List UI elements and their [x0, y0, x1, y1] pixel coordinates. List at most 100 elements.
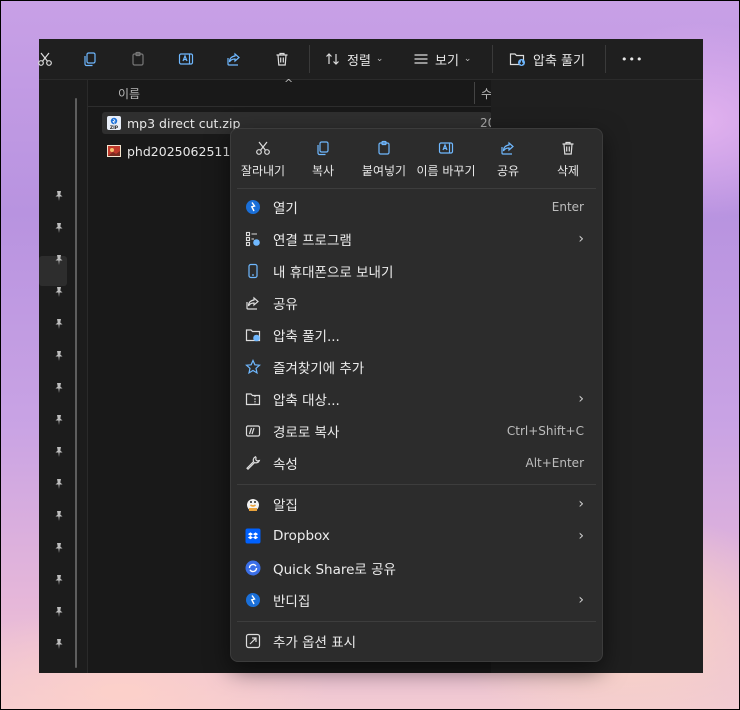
cut-icon: [38, 52, 52, 66]
quick-action-share[interactable]: 공유: [476, 137, 540, 183]
menu-item-properties[interactable]: 속성 Alt+Enter: [235, 448, 598, 478]
command-bar: 정렬 ⌄ 보기 ⌄ 압축 풀기 •••: [37, 39, 703, 80]
menu-item-copy-path[interactable]: 경로로 복사 Ctrl+Shift+C: [235, 416, 598, 446]
quick-action-label: 잘라내기: [240, 164, 286, 178]
cut-button[interactable]: [37, 47, 53, 71]
rename-icon: [438, 142, 454, 154]
dropbox-icon: [245, 528, 261, 544]
copy-button[interactable]: [82, 47, 98, 71]
column-header: ^ 이름 수: [88, 77, 492, 107]
pin-icon: [55, 319, 63, 329]
quick-action-label: 복사: [311, 164, 335, 178]
menu-item-shortcut: Ctrl+Shift+C: [506, 424, 584, 438]
more-options-icon: [245, 633, 261, 649]
cut-icon: [256, 141, 270, 155]
menu-item-label: 속성: [273, 457, 298, 473]
delete-icon: [276, 52, 288, 66]
chevron-right-icon: ›: [578, 391, 584, 407]
pin-icon: [55, 255, 63, 265]
pin-icon: [55, 223, 63, 233]
menu-item-add-favorite[interactable]: 즐겨찾기에 추가: [235, 352, 598, 382]
file-name: phd20250625113: [127, 143, 239, 159]
menu-item-label: 연결 프로그램: [273, 233, 352, 249]
menu-item-label: 즐겨찾기에 추가: [273, 361, 365, 377]
share-button[interactable]: [226, 47, 242, 71]
menu-item-bandizip[interactable]: 반디집 ›: [235, 585, 598, 615]
menu-item-alzip[interactable]: 알집 ›: [235, 489, 598, 519]
menu-item-share[interactable]: 공유: [235, 288, 598, 318]
menu-item-open[interactable]: 열기 Enter: [235, 192, 598, 222]
quick-action-rename[interactable]: 이름 바꾸기: [414, 137, 478, 183]
delete-button[interactable]: [274, 47, 290, 71]
sort-button[interactable]: 정렬 ⌄: [325, 47, 383, 71]
pin-icon: [55, 191, 63, 201]
quick-action-copy[interactable]: 복사: [291, 137, 355, 183]
chevron-right-icon: ›: [578, 231, 584, 247]
quick-action-label: 붙여넣기: [361, 164, 407, 178]
paste-button[interactable]: [130, 47, 146, 71]
chevron-down-icon: ⌄: [463, 54, 472, 64]
pin-icon: [55, 287, 63, 297]
delete-icon: [562, 141, 574, 155]
quick-action-cut[interactable]: 잘라내기: [231, 137, 295, 183]
menu-item-label: 내 휴대폰으로 보내기: [273, 265, 394, 281]
svg-text:ZIP: ZIP: [110, 125, 119, 131]
quick-action-label: 공유: [496, 164, 520, 178]
view-label: 보기: [435, 53, 459, 69]
menu-item-label: Dropbox: [273, 528, 330, 544]
paste-icon: [132, 51, 144, 66]
quick-action-label: 삭제: [556, 164, 580, 178]
column-name[interactable]: 이름: [118, 85, 140, 102]
copy-icon: [84, 52, 96, 67]
menu-item-label: Quick Share로 공유: [273, 562, 396, 578]
menu-item-open-with[interactable]: 연결 프로그램 ›: [235, 224, 598, 254]
menu-item-label: 경로로 복사: [273, 425, 340, 441]
menu-item-label: 열기: [273, 201, 298, 217]
pin-icon: [55, 447, 63, 457]
zip-icon: ZIP: [107, 116, 121, 131]
menu-item-label: 압축 풀기...: [273, 329, 340, 345]
context-menu: 잘라내기 복사 붙여넣기 이름 바꾸기 공유 삭제 열기 Enter 연결 프로…: [230, 128, 603, 662]
menu-item-compress-to[interactable]: 압축 대상... ›: [235, 384, 598, 414]
chevron-right-icon: ›: [578, 496, 584, 512]
view-button[interactable]: 보기 ⌄: [413, 47, 471, 71]
menu-item-quick-share[interactable]: Quick Share로 공유: [235, 553, 598, 583]
menu-separator: [237, 188, 596, 189]
open-with-icon: [245, 231, 261, 247]
wrench-icon: [245, 455, 261, 471]
quickshare-icon: [245, 560, 261, 576]
quick-action-delete[interactable]: 삭제: [536, 137, 600, 183]
menu-item-send-to-phone[interactable]: 내 휴대폰으로 보내기: [235, 256, 598, 286]
star-icon: [245, 359, 261, 375]
pin-icon: [55, 639, 63, 649]
menu-item-dropbox[interactable]: Dropbox ›: [235, 521, 598, 551]
copy-path-icon: [245, 423, 261, 439]
file-name: mp3 direct cut.zip: [127, 115, 241, 131]
quick-action-label: 이름 바꾸기: [416, 164, 476, 178]
column-divider[interactable]: [474, 82, 475, 104]
pin-icon: [55, 575, 63, 585]
toolbar-divider: [605, 45, 606, 73]
quick-action-paste[interactable]: 붙여넣기: [352, 137, 416, 183]
rename-button[interactable]: [178, 47, 194, 71]
chevron-right-icon: ›: [578, 528, 584, 544]
copy-icon: [317, 141, 329, 156]
more-button[interactable]: •••: [621, 47, 643, 71]
pin-icon: [55, 607, 63, 617]
image-icon: [107, 145, 121, 157]
menu-item-label: 압축 대상...: [273, 393, 340, 409]
menu-item-more-options[interactable]: 추가 옵션 표시: [235, 626, 598, 656]
share-icon: [245, 295, 261, 311]
desktop-background: 정렬 ⌄ 보기 ⌄ 압축 풀기 ••• ^ 이름 수 ZIP mp3 direc…: [0, 0, 740, 710]
menu-item-shortcut: Alt+Enter: [525, 456, 584, 470]
menu-item-extract[interactable]: 압축 풀기...: [235, 320, 598, 350]
pin-icon: [55, 415, 63, 425]
nav-scrollbar[interactable]: [75, 98, 77, 668]
toolbar-divider: [492, 45, 493, 73]
bandizip-icon: [245, 592, 261, 608]
extract-label: 압축 풀기: [533, 53, 585, 69]
menu-item-shortcut: Enter: [551, 200, 584, 214]
pin-icon: [55, 511, 63, 521]
extract-button[interactable]: 압축 풀기: [509, 47, 585, 71]
pin-icon: [55, 543, 63, 553]
